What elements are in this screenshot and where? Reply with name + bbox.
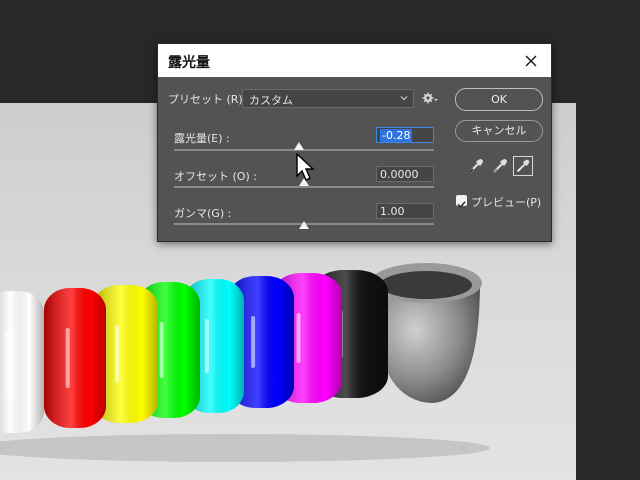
preset-select[interactable]: カスタム	[242, 89, 414, 108]
preset-label: プリセット (R) :	[168, 93, 250, 106]
close-icon	[525, 55, 537, 66]
dialog-titlebar: 露光量	[158, 44, 551, 77]
exposure-dialog: 露光量 プリセット (R) : カスタム 露光量(E) : -0.28 オフセッ…	[157, 43, 552, 242]
eyedropper-black-icon	[469, 159, 483, 173]
ring-1	[0, 291, 44, 433]
chevron-down-icon	[400, 96, 408, 101]
ring-2	[44, 288, 106, 428]
preview-checkbox[interactable]	[456, 195, 467, 209]
dialog-title: 露光量	[168, 55, 210, 71]
exposure-slider-track[interactable]	[174, 149, 434, 151]
ok-button[interactable]: OK	[455, 88, 543, 111]
exposure-value: -0.28	[380, 129, 413, 142]
offset-slider-track[interactable]	[174, 186, 434, 188]
exposure-slider-thumb[interactable]	[294, 142, 304, 150]
eyedropper-white-button[interactable]	[513, 156, 533, 176]
check-icon	[457, 201, 466, 209]
exposure-label: 露光量(E) :	[174, 132, 230, 145]
gamma-label: ガンマ(G) :	[174, 207, 232, 220]
eyedropper-black-button[interactable]	[466, 156, 486, 176]
color-rings	[0, 270, 388, 433]
eyedropper-white-icon	[516, 159, 530, 173]
eyedropper-gray-button[interactable]	[490, 156, 510, 176]
offset-label: オフセット (O) :	[174, 170, 257, 183]
preview-label: プレビュー(P)	[471, 196, 542, 209]
exposure-input[interactable]: -0.28	[376, 127, 434, 143]
offset-input[interactable]: 0.0000	[376, 166, 434, 182]
cursor-icon	[296, 153, 315, 181]
eyedropper-gray-icon	[493, 159, 507, 173]
cancel-button[interactable]: キャンセル	[455, 120, 543, 142]
gamma-slider-thumb[interactable]	[299, 221, 309, 229]
gamma-input[interactable]: 1.00	[376, 203, 434, 219]
close-button[interactable]	[511, 44, 551, 77]
preset-value: カスタム	[249, 94, 293, 107]
gear-icon[interactable]	[422, 91, 438, 105]
